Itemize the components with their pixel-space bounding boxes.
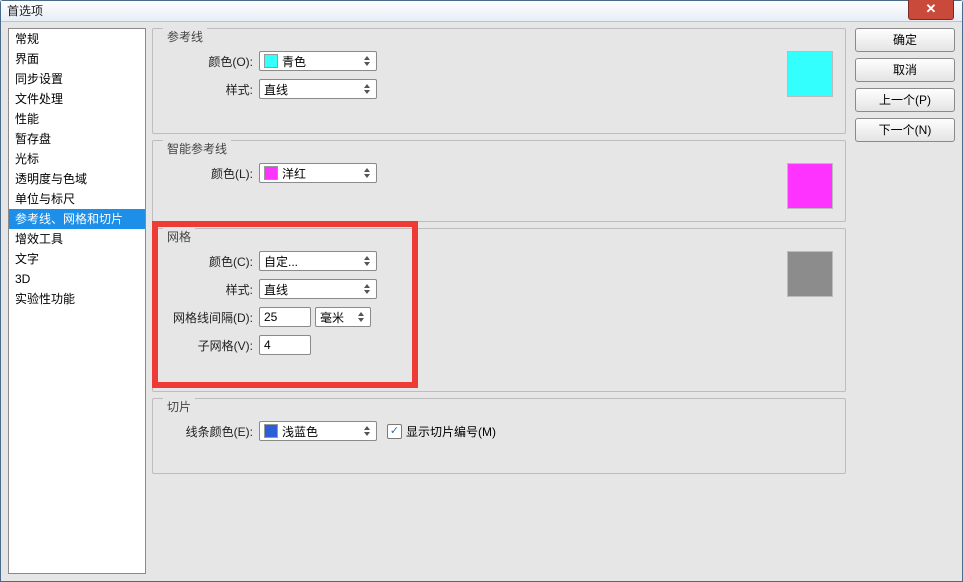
group-guides: 参考线 颜色(O): 青色 样式: 直线	[152, 28, 846, 134]
window-body: 常规 界面 同步设置 文件处理 性能 暂存盘 光标 透明度与色域 单位与标尺 参…	[2, 22, 961, 580]
group-smart-guides: 智能参考线 颜色(L): 洋红	[152, 140, 846, 222]
dropdown-arrows-icon	[361, 53, 373, 69]
grid-spacing-unit-value: 毫米	[320, 309, 344, 326]
checkbox-icon	[387, 424, 402, 439]
slices-color-select[interactable]: 浅蓝色	[259, 421, 377, 441]
sidebar-item-cursor[interactable]: 光标	[9, 149, 145, 169]
guides-style-label: 样式:	[163, 81, 253, 98]
guides-color-swatch[interactable]	[787, 51, 833, 97]
grid-style-value: 直线	[264, 281, 288, 298]
title-bar: 首选项 ✕	[1, 1, 962, 22]
close-button[interactable]: ✕	[908, 0, 954, 20]
sidebar-item-units[interactable]: 单位与标尺	[9, 189, 145, 209]
guides-style-select[interactable]: 直线	[259, 79, 377, 99]
sidebar-item-experimental[interactable]: 实验性功能	[9, 289, 145, 309]
slices-color-label: 线条颜色(E):	[163, 423, 253, 440]
sidebar-item-guides-grid-slices[interactable]: 参考线、网格和切片	[9, 209, 145, 229]
dialog-buttons: 确定 取消 上一个(P) 下一个(N)	[855, 28, 955, 148]
smart-guides-color-value: 洋红	[282, 165, 306, 182]
group-slices: 切片 线条颜色(E): 浅蓝色 显示切片编号(M)	[152, 398, 846, 474]
grid-style-label: 样式:	[163, 281, 253, 298]
dropdown-arrows-icon	[361, 423, 373, 439]
cancel-button[interactable]: 取消	[855, 58, 955, 82]
grid-spacing-label: 网格线间隔(D):	[163, 309, 253, 326]
smart-guides-color-select[interactable]: 洋红	[259, 163, 377, 183]
guides-color-chip	[264, 54, 278, 68]
group-grid-title: 网格	[163, 228, 195, 245]
group-grid: 网格 颜色(C): 自定... 样式: 直线	[152, 228, 846, 392]
grid-spacing-unit-select[interactable]: 毫米	[315, 307, 371, 327]
grid-color-value: 自定...	[264, 253, 298, 270]
sidebar-item-gamut[interactable]: 透明度与色域	[9, 169, 145, 189]
sidebar-item-type[interactable]: 文字	[9, 249, 145, 269]
smart-guides-color-swatch[interactable]	[787, 163, 833, 209]
grid-subdiv-label: 子网格(V):	[163, 337, 253, 354]
sidebar-item-performance[interactable]: 性能	[9, 109, 145, 129]
sidebar-item-sync[interactable]: 同步设置	[9, 69, 145, 89]
grid-style-select[interactable]: 直线	[259, 279, 377, 299]
dropdown-arrows-icon	[355, 309, 367, 325]
sidebar-item-file[interactable]: 文件处理	[9, 89, 145, 109]
guides-style-value: 直线	[264, 81, 288, 98]
dropdown-arrows-icon	[361, 253, 373, 269]
group-guides-title: 参考线	[163, 28, 207, 45]
guides-color-label: 颜色(O):	[163, 53, 253, 70]
grid-color-label: 颜色(C):	[163, 253, 253, 270]
grid-subdiv-input[interactable]	[259, 335, 311, 355]
show-slice-numbers-label: 显示切片编号(M)	[406, 423, 496, 440]
grid-color-select[interactable]: 自定...	[259, 251, 377, 271]
dropdown-arrows-icon	[361, 81, 373, 97]
grid-spacing-input[interactable]	[259, 307, 311, 327]
dropdown-arrows-icon	[361, 165, 373, 181]
next-button[interactable]: 下一个(N)	[855, 118, 955, 142]
preferences-window: 首选项 ✕ 常规 界面 同步设置 文件处理 性能 暂存盘 光标 透明度与色域 单…	[0, 0, 963, 582]
smart-guides-color-chip	[264, 166, 278, 180]
show-slice-numbers-checkbox[interactable]: 显示切片编号(M)	[387, 423, 496, 440]
sidebar-item-scratch[interactable]: 暂存盘	[9, 129, 145, 149]
group-slices-title: 切片	[163, 398, 195, 415]
prev-button[interactable]: 上一个(P)	[855, 88, 955, 112]
group-smart-guides-title: 智能参考线	[163, 140, 231, 157]
main-panel: 参考线 颜色(O): 青色 样式: 直线	[152, 28, 846, 574]
slices-color-value: 浅蓝色	[282, 423, 318, 440]
category-sidebar: 常规 界面 同步设置 文件处理 性能 暂存盘 光标 透明度与色域 单位与标尺 参…	[8, 28, 146, 574]
sidebar-item-plugins[interactable]: 增效工具	[9, 229, 145, 249]
dropdown-arrows-icon	[361, 281, 373, 297]
grid-color-swatch[interactable]	[787, 251, 833, 297]
sidebar-item-general[interactable]: 常规	[9, 29, 145, 49]
sidebar-item-3d[interactable]: 3D	[9, 269, 145, 289]
sidebar-item-interface[interactable]: 界面	[9, 49, 145, 69]
guides-color-select[interactable]: 青色	[259, 51, 377, 71]
ok-button[interactable]: 确定	[855, 28, 955, 52]
slices-color-chip	[264, 424, 278, 438]
guides-color-value: 青色	[282, 53, 306, 70]
window-title: 首选项	[7, 4, 43, 18]
smart-guides-color-label: 颜色(L):	[163, 165, 253, 182]
